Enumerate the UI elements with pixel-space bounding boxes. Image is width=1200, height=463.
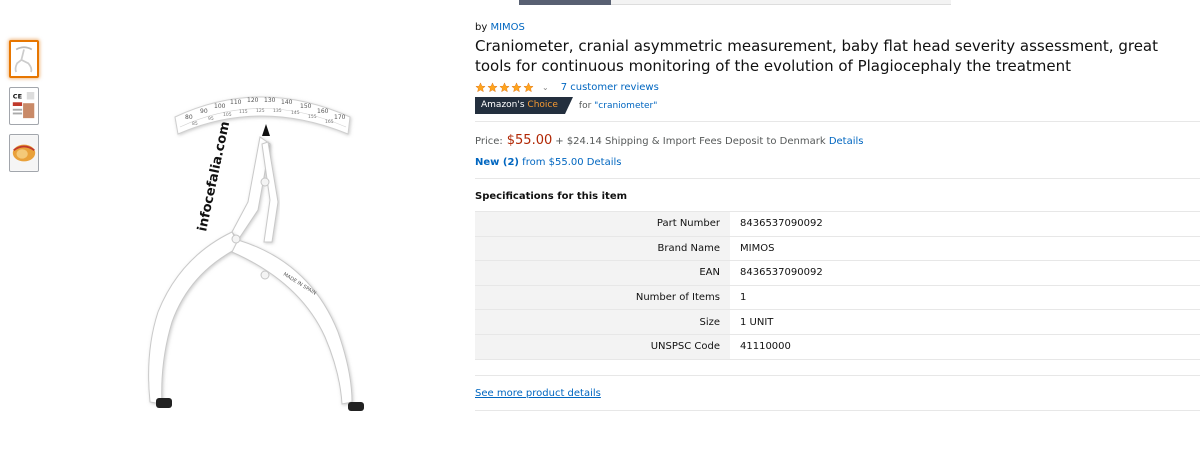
rating-row: ⌄ 7 customer reviews [475, 80, 659, 94]
amazons-choice-badge[interactable]: Amazon's Choice [475, 97, 573, 114]
spec-label: Brand Name [475, 235, 730, 262]
new-from-text: from $55.00 Details [522, 157, 622, 168]
specifications-table: Part Number 8436537090092 Brand Name MIM… [475, 211, 1200, 360]
scale-tick-label: 120 [247, 97, 259, 104]
for-prefix: for [578, 100, 592, 111]
divider [475, 178, 1200, 179]
spec-value: MIMOS [730, 235, 1200, 262]
table-row: EAN 8436537090092 [475, 260, 1200, 286]
main-product-image[interactable]: 80 90 100 110 120 130 140 150 160 170 85… [120, 82, 370, 422]
spec-value: 1 UNIT [730, 309, 1200, 335]
scale-tick-label: 160 [317, 108, 329, 115]
star-rating[interactable] [475, 81, 535, 93]
price-value: $55.00 [506, 133, 553, 148]
star-icon [511, 81, 522, 92]
scale-tick-label: 110 [230, 99, 242, 106]
new-offers-link[interactable]: New (2) from $55.00 Details [475, 157, 621, 168]
thumbnail-list: CE [9, 40, 39, 181]
shipping-text: + $24.14 Shipping & Import Fees Deposit … [555, 136, 826, 147]
spec-label: UNSPSC Code [475, 333, 730, 360]
byline: by MIMOS [475, 22, 525, 33]
scale-tick-label: 135 [273, 108, 282, 114]
chevron-down-icon[interactable]: ⌄ [542, 83, 549, 92]
scale-tick-label: 170 [334, 114, 346, 121]
see-more-details-link[interactable]: See more product details [475, 388, 601, 399]
shipping-info: + $24.14 Shipping & Import Fees Deposit … [555, 136, 863, 147]
scale-tick-label: 105 [223, 112, 232, 118]
divider [475, 375, 1200, 376]
shipping-details-link[interactable]: Details [829, 136, 864, 147]
brand-imprint-text: infocefalia.com [195, 120, 233, 233]
scale-tick-label: 115 [239, 109, 248, 115]
badge-choice-text: Choice [527, 100, 558, 110]
scale-tick-label: 90 [200, 108, 208, 115]
product-title: Craniometer, cranial asymmetric measurem… [475, 37, 1158, 75]
thumbnail-ce-certificate[interactable]: CE [9, 87, 39, 125]
scale-tick-label: 155 [308, 114, 317, 120]
specifications-heading: Specifications for this item [475, 191, 628, 202]
star-icon [499, 81, 510, 92]
badge-amazons-text: Amazon's [481, 100, 525, 110]
brand-link[interactable]: MIMOS [490, 22, 524, 33]
thumbnail-craniometer[interactable] [9, 40, 39, 78]
scale-tick-label: 80 [185, 114, 193, 121]
scale-tick-label: 165 [325, 119, 334, 125]
star-icon [475, 81, 486, 92]
scale-tick-label: 140 [281, 99, 293, 106]
spec-value: 8436537090092 [730, 211, 1200, 237]
scale-tick-label: 150 [300, 103, 312, 110]
price-label: Price: [475, 136, 503, 147]
byline-prefix: by [475, 22, 488, 33]
scale-tick-label: 145 [291, 110, 300, 116]
amazons-choice-row: Amazon's Choice for "craniometer" [475, 97, 657, 114]
spec-label: EAN [475, 260, 730, 286]
keyword-link[interactable]: "craniometer" [594, 101, 657, 111]
scale-tick-label: 85 [192, 121, 198, 127]
table-row: Number of Items 1 [475, 284, 1200, 311]
spec-label: Size [475, 309, 730, 335]
spec-value: 41110000 [730, 333, 1200, 360]
table-row: Brand Name MIMOS [475, 235, 1200, 262]
table-row: Part Number 8436537090092 [475, 211, 1200, 237]
spec-label: Number of Items [475, 284, 730, 311]
customer-reviews-link[interactable]: 7 customer reviews [561, 82, 659, 93]
divider [475, 121, 1200, 122]
table-row: Size 1 UNIT [475, 309, 1200, 335]
scale-tick-label: 130 [264, 97, 276, 104]
star-icon [523, 81, 534, 92]
new-count: New (2) [475, 157, 519, 168]
banner-strip [611, 0, 951, 5]
scale-tick-label: 125 [256, 108, 265, 114]
thumbnail-baby-head[interactable] [9, 134, 39, 172]
spec-value: 1 [730, 284, 1200, 311]
table-row: UNSPSC Code 41110000 [475, 333, 1200, 360]
scale-tick-label: 95 [208, 116, 214, 122]
divider [475, 410, 1200, 411]
ce-mark-text: CE [13, 93, 22, 101]
banner-image-edge [519, 0, 611, 5]
spec-value: 8436537090092 [730, 260, 1200, 286]
price-row: Price: $55.00 + $24.14 Shipping & Import… [475, 133, 863, 148]
star-icon [487, 81, 498, 92]
choice-for-keyword: for "craniometer" [579, 101, 657, 111]
scale-tick-label: 100 [214, 103, 226, 110]
spec-label: Part Number [475, 211, 730, 237]
